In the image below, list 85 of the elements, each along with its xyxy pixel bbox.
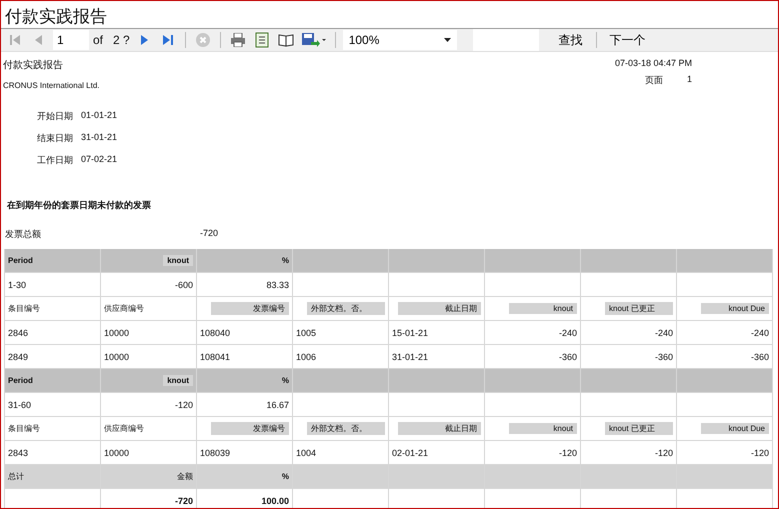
column-header: knout Due [677,417,773,441]
table-cell: -240 [677,321,773,345]
caret-icon [444,38,451,42]
table-cell: 1006 [293,345,389,369]
column-header: 发票编号 [197,417,293,441]
summary-cell: -600 [101,273,197,297]
table-cell: 10000 [101,321,197,345]
column-header: 供应商编号 [101,417,197,441]
invoice-total-value: -720 [200,228,220,240]
table-cell: 2843 [5,441,101,465]
date-value: 31-01-21 [81,132,118,144]
printer-icon [230,33,246,47]
date-value: 01-01-21 [81,110,118,122]
page-label: 页面 [644,74,663,87]
page-count: 2 ? [113,33,130,47]
table-cell: -240 [485,321,581,345]
summary-cell: 83.33 [197,273,293,297]
page-number: 1 [686,74,692,86]
column-header: knout [485,417,581,441]
column-header: 供应商编号 [101,297,197,321]
book-icon [278,33,294,47]
column-header: 条目编号 [5,417,101,441]
summary-cell: 16.67 [197,393,293,417]
report-title: 付款实践报告 [3,58,64,72]
header-cell: knout [101,369,197,393]
header-cell: Period [5,369,101,393]
header-cell: knout [101,249,197,273]
summary-cell: -120 [101,393,197,417]
total-header-cell: % [197,465,293,489]
table-cell: -360 [677,345,773,369]
window-title: 付款实践报告 [4,6,108,28]
column-header: 外部文档。否。 [293,417,389,441]
table-cell: 2846 [5,321,101,345]
table-cell: -240 [581,321,677,345]
table-cell: 2849 [5,345,101,369]
find-field[interactable] [472,29,539,51]
table-cell: 1004 [293,441,389,465]
column-header: 外部文档。否。 [293,297,389,321]
total-header-cell: 总计 [5,465,101,489]
page-icon [254,32,269,48]
column-header: 条目编号 [5,297,101,321]
header-cell: % [197,369,293,393]
table-cell: 108040 [197,321,293,345]
column-header: 截止日期 [389,417,485,441]
find-button[interactable]: 查找 [552,32,589,48]
invoice-total-label: 发票总额 [5,228,42,241]
table-cell: 108039 [197,441,293,465]
date-label: 结束日期 [36,132,74,145]
table-cell: 10000 [101,441,197,465]
header-cell: Period [5,249,101,273]
table-cell: 31-01-21 [389,345,485,369]
of-label: of [93,33,104,47]
header-cell: % [197,249,293,273]
table-cell: -120 [485,441,581,465]
table-cell: -360 [581,345,677,369]
column-header: knout 已更正 [581,297,677,321]
table-cell: 02-01-21 [389,441,485,465]
find-next-button[interactable]: 下一个 [604,32,652,48]
column-header: knout [485,297,581,321]
date-label: 工作日期 [36,154,74,167]
section-heading: 在到期年份的套票日期未付款的发票 [7,199,152,212]
table-cell: 15-01-21 [389,321,485,345]
table-cell: -120 [581,441,677,465]
date-value: 07-02-21 [81,154,118,166]
print-datetime: 07-03-18 04:47 PM [614,58,692,68]
table-cell: -120 [677,441,773,465]
page-field[interactable]: 1 [53,30,89,50]
total-header-cell: 金额 [101,465,197,489]
column-header: 截止日期 [389,297,485,321]
column-header: knout Due [677,297,773,321]
stop-icon [194,32,211,48]
last-page-icon [160,33,175,47]
zoom-select[interactable]: 100% [342,30,457,50]
save-icon [300,32,327,48]
first-page-icon [8,33,22,47]
company-name: CRONUS International Ltd. [3,81,100,90]
summary-cell: 1-30 [5,273,101,297]
table-cell: -360 [485,345,581,369]
column-header: knout 已更正 [581,417,677,441]
summary-cell: 31-60 [5,393,101,417]
table-cell: 1005 [293,321,389,345]
table-cell: 10000 [101,345,197,369]
table-cell: 108041 [197,345,293,369]
column-header: 发票编号 [197,297,293,321]
date-label: 开始日期 [36,110,74,123]
